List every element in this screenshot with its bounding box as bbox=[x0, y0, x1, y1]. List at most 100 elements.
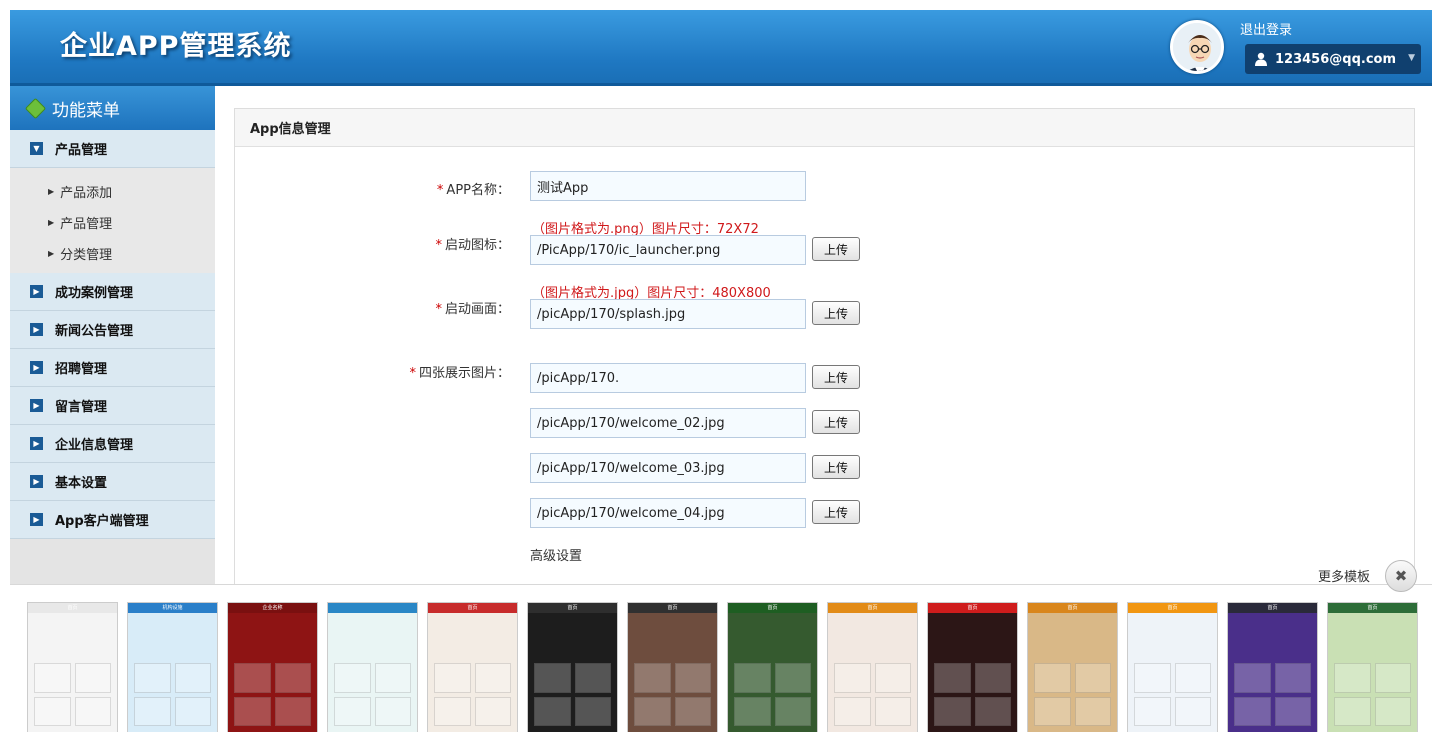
template-thumbnail[interactable]: 首页 bbox=[1127, 602, 1218, 732]
user-avatar[interactable] bbox=[1170, 20, 1224, 74]
template-tile bbox=[34, 696, 71, 726]
template-thumbnail[interactable]: 企业名称 bbox=[227, 602, 318, 732]
sidebar-item-app-client[interactable]: ▶ App客户端管理 bbox=[10, 501, 215, 539]
template-tile bbox=[474, 663, 511, 693]
template-thumbnail[interactable]: 首页 bbox=[727, 602, 818, 732]
template-title: 首页 bbox=[667, 605, 678, 611]
template-thumbnail[interactable]: 首页 bbox=[1027, 602, 1118, 732]
template-tile bbox=[674, 663, 711, 693]
template-title: 首页 bbox=[1067, 605, 1078, 611]
template-tile bbox=[534, 663, 571, 693]
template-preview bbox=[134, 663, 211, 726]
template-tile bbox=[134, 696, 171, 726]
upload-image-3-button[interactable]: 上传 bbox=[812, 455, 860, 479]
template-tile bbox=[1174, 696, 1211, 726]
app-info-panel: App信息管理 *APP名称： （图片格式为.png）图片尺寸：72X72 *启… bbox=[234, 108, 1415, 588]
template-thumbnail[interactable]: 首页 bbox=[927, 602, 1018, 732]
template-thumbnail[interactable]: 首页 bbox=[527, 602, 618, 732]
template-header-bar: 机构设施 bbox=[128, 603, 217, 613]
template-thumbnail[interactable]: 首页 bbox=[1327, 602, 1418, 732]
template-preview bbox=[1334, 663, 1411, 726]
splash-input[interactable] bbox=[530, 299, 806, 329]
template-thumbnail[interactable]: 首页 bbox=[1227, 602, 1318, 732]
label-text: 启动图标： bbox=[444, 238, 510, 253]
template-thumbnail[interactable]: 首页 bbox=[827, 602, 918, 732]
template-header-bar: 首页 bbox=[628, 603, 717, 613]
template-tile bbox=[934, 696, 971, 726]
template-thumbnail[interactable]: 机构设施 bbox=[127, 602, 218, 732]
template-thumbnail[interactable]: 首页 bbox=[27, 602, 118, 732]
sidebar-item-cases[interactable]: ▶ 成功案例管理 bbox=[10, 273, 215, 311]
products-submenu: ▶ 产品添加 ▶ 产品管理 ▶ 分类管理 bbox=[10, 168, 215, 273]
close-icon[interactable]: ✖ bbox=[1385, 560, 1417, 592]
template-thumbnail[interactable]: 首页 bbox=[427, 602, 518, 732]
sidebar-subitem-add-product[interactable]: ▶ 产品添加 bbox=[10, 176, 215, 207]
template-tile bbox=[1134, 663, 1171, 693]
template-preview bbox=[334, 663, 411, 726]
upload-image-2-button[interactable]: 上传 bbox=[812, 410, 860, 434]
template-tile bbox=[634, 663, 671, 693]
sidebar-subitem-manage-product[interactable]: ▶ 产品管理 bbox=[10, 207, 215, 238]
template-tile bbox=[834, 696, 871, 726]
sidebar-item-messages[interactable]: ▶ 留言管理 bbox=[10, 387, 215, 425]
sidebar-item-news[interactable]: ▶ 新闻公告管理 bbox=[10, 311, 215, 349]
template-thumbnail[interactable]: 首页 bbox=[627, 602, 718, 732]
upload-icon-button[interactable]: 上传 bbox=[812, 237, 860, 261]
template-tile bbox=[974, 663, 1011, 693]
template-tile bbox=[34, 663, 71, 693]
template-tile bbox=[274, 663, 311, 693]
template-tile bbox=[74, 663, 111, 693]
sidebar-subitem-label: 产品管理 bbox=[60, 217, 113, 232]
template-tile bbox=[734, 663, 771, 693]
sidebar-item-basic-settings[interactable]: ▶ 基本设置 bbox=[10, 463, 215, 501]
template-thumbnail[interactable] bbox=[327, 602, 418, 732]
caret-right-icon: ▶ bbox=[30, 285, 43, 298]
template-preview bbox=[1234, 663, 1311, 726]
sidebar-item-label: 基本设置 bbox=[55, 476, 108, 491]
template-header-bar: 首页 bbox=[428, 603, 517, 613]
template-tile bbox=[274, 696, 311, 726]
template-tile bbox=[474, 696, 511, 726]
label-text: 启动画面： bbox=[444, 302, 510, 317]
template-tile bbox=[874, 696, 911, 726]
template-tile bbox=[974, 696, 1011, 726]
template-title: 首页 bbox=[567, 605, 578, 611]
sidebar-item-label: 新闻公告管理 bbox=[55, 324, 134, 339]
upload-splash-button[interactable]: 上传 bbox=[812, 301, 860, 325]
sidebar-item-products[interactable]: ▼ 产品管理 bbox=[10, 130, 215, 168]
sidebar-subitem-categories[interactable]: ▶ 分类管理 bbox=[10, 238, 215, 269]
user-dropdown[interactable]: 123456@qq.com ▼ bbox=[1245, 44, 1421, 74]
template-title: 首页 bbox=[1367, 605, 1378, 611]
app-name-input[interactable] bbox=[530, 171, 806, 201]
caret-right-icon: ▶ bbox=[30, 361, 43, 374]
template-tile bbox=[1374, 663, 1411, 693]
template-title: 首页 bbox=[767, 605, 778, 611]
upload-image-4-button[interactable]: 上传 bbox=[812, 500, 860, 524]
template-tile bbox=[1074, 696, 1111, 726]
template-title: 首页 bbox=[1167, 605, 1178, 611]
sidebar-item-company-info[interactable]: ▶ 企业信息管理 bbox=[10, 425, 215, 463]
more-templates-link[interactable]: 更多模板 bbox=[1318, 566, 1370, 585]
template-tile bbox=[574, 663, 611, 693]
template-header-bar: 首页 bbox=[928, 603, 1017, 613]
template-header-bar: 首页 bbox=[528, 603, 617, 613]
display-image-3-input[interactable] bbox=[530, 453, 806, 483]
template-tile bbox=[1274, 663, 1311, 693]
template-header-bar bbox=[328, 603, 417, 613]
launcher-icon-input[interactable] bbox=[530, 235, 806, 265]
upload-image-1-button[interactable]: 上传 bbox=[812, 365, 860, 389]
sidebar-item-label: 企业信息管理 bbox=[55, 438, 134, 453]
avatar-icon bbox=[1173, 23, 1221, 71]
caret-right-icon: ▶ bbox=[30, 399, 43, 412]
template-tile bbox=[134, 663, 171, 693]
sidebar-item-recruitment[interactable]: ▶ 招聘管理 bbox=[10, 349, 215, 387]
template-title: 首页 bbox=[467, 605, 478, 611]
template-header-bar: 首页 bbox=[28, 603, 117, 613]
display-image-2-input[interactable] bbox=[530, 408, 806, 438]
display-image-1-input[interactable] bbox=[530, 363, 806, 393]
display-image-4-input[interactable] bbox=[530, 498, 806, 528]
logout-link[interactable]: 退出登录 bbox=[1240, 19, 1292, 38]
template-preview bbox=[1134, 663, 1211, 726]
template-preview bbox=[934, 663, 1011, 726]
advanced-settings-link[interactable]: 高级设置 bbox=[530, 545, 582, 564]
